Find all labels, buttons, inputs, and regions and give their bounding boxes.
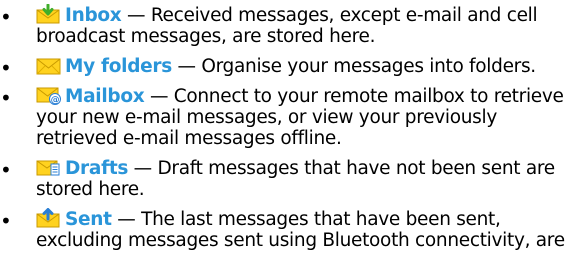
list-item-inbox: • Inbox — Received messages, except e-ma…	[0, 4, 567, 47]
bullet: •	[0, 56, 12, 80]
svg-text:@: @	[51, 96, 60, 106]
list-item-sent: • Sent — The last messages that have bee…	[0, 208, 567, 251]
bullet: •	[0, 158, 12, 182]
sent-envelope-icon	[36, 208, 61, 228]
separator: —	[144, 86, 174, 107]
mailbox-envelope-icon: @	[36, 85, 61, 105]
list-item-mailbox: • @ Mailbox — Connect to your remote mai…	[0, 85, 567, 149]
drafts-envelope-icon	[36, 157, 61, 177]
inbox-label[interactable]: Inbox	[65, 5, 122, 26]
bullet: •	[0, 209, 12, 233]
drafts-label[interactable]: Drafts	[65, 158, 128, 179]
my-folders-description: Organise your messages into folders.	[201, 56, 536, 77]
list-item-my-folders: • My folders — Organise your messages in…	[0, 55, 567, 80]
messaging-folder-list: • Inbox — Received messages, except e-ma…	[0, 0, 567, 259]
list-item-drafts: • Drafts — Draft messages that have not …	[0, 157, 567, 200]
separator: —	[111, 209, 142, 230]
separator: —	[121, 5, 151, 26]
separator: —	[171, 56, 202, 77]
mailbox-label[interactable]: Mailbox	[65, 86, 145, 107]
bullet: •	[0, 86, 12, 110]
my-folders-label[interactable]: My folders	[65, 56, 172, 77]
bullet: •	[0, 5, 12, 29]
inbox-envelope-icon	[36, 4, 61, 24]
sent-label[interactable]: Sent	[65, 209, 112, 230]
folder-envelope-icon	[36, 55, 61, 75]
separator: —	[128, 158, 158, 179]
